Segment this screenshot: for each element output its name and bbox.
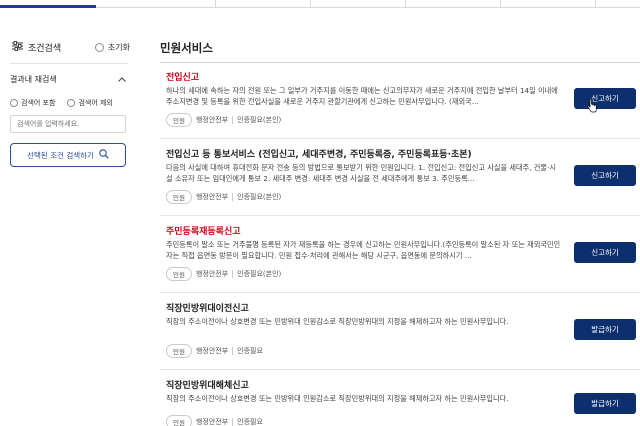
- sidebar-divider: [10, 63, 128, 64]
- radio-exclude[interactable]: [67, 99, 76, 107]
- agency-label: 행정안전부: [195, 347, 229, 355]
- card-meta: 민원 행정안전부 인증필요(본인): [166, 190, 281, 204]
- filter-title: 조건검색: [12, 40, 62, 54]
- reset-icon: [94, 42, 104, 52]
- filtered-search-button[interactable]: 선택된 조건 검색하기: [10, 143, 126, 167]
- filter-sliders-icon: [12, 40, 23, 54]
- card-meta: 민원 행정안전부 인증필요: [166, 415, 263, 426]
- tab-active[interactable]: [0, 0, 96, 8]
- card-title[interactable]: 주민등록재등록신고: [166, 224, 241, 237]
- card-description: 다음의 사실에 대하여 휴대전화 문자 전송 등의 방법으로 통보받기 위한 민…: [166, 163, 556, 183]
- meta-divider: [232, 418, 234, 426]
- meta-divider: [232, 347, 234, 355]
- filter-header: 조건검색 초기화: [12, 40, 130, 54]
- agency-label: 행정안전부: [195, 270, 229, 278]
- category-tag: 민원: [166, 113, 192, 127]
- tab-divider: [215, 0, 216, 7]
- search-icon: [99, 149, 109, 161]
- tab-divider: [500, 0, 501, 7]
- option-include-label: 검색어 포함: [21, 99, 56, 107]
- agency-label: 행정안전부: [195, 193, 229, 201]
- radio-include[interactable]: [10, 99, 18, 107]
- tab-divider: [310, 0, 311, 7]
- service-card: 전입신고 등 통보서비스 (전입신고, 세대주변경, 주민등록증, 주민등록표등…: [160, 140, 640, 216]
- card-description: 주민등록이 말소 또는 거주불명 등록된 자가 재등록을 하는 경우에 신고하는…: [166, 240, 561, 260]
- agency-label: 행정안전부: [195, 116, 229, 124]
- meta-divider: [232, 116, 234, 124]
- keyword-input[interactable]: [10, 115, 126, 133]
- card-title[interactable]: 직장민방위대해체신고: [166, 378, 249, 391]
- report-button[interactable]: 신고하기: [574, 88, 636, 109]
- auth-label: 인증필요(본인): [237, 193, 282, 201]
- tab-divider: [405, 0, 406, 7]
- refine-search-header[interactable]: 결과내 재검색: [10, 74, 126, 85]
- reset-label: 초기화: [107, 42, 130, 52]
- report-button[interactable]: 신고하기: [574, 242, 636, 263]
- refine-search-label: 결과내 재검색: [10, 75, 57, 84]
- card-meta: 민원 행정안전부 인증필요: [166, 344, 263, 358]
- service-card: 주민등록재등록신고 주민등록이 말소 또는 거주불명 등록된 자가 재등록을 하…: [160, 217, 640, 293]
- option-exclude-label: 검색어 제외: [78, 99, 113, 107]
- category-tag: 민원: [166, 415, 192, 426]
- chevron-up-icon: [118, 75, 126, 84]
- tab-divider: [595, 0, 596, 7]
- category-tag: 민원: [166, 344, 192, 358]
- card-title[interactable]: 직장민방위대이전신고: [166, 301, 249, 314]
- page-title: 민원서비스: [160, 41, 213, 55]
- category-tag: 민원: [166, 190, 192, 204]
- card-description: 하나의 세대에 속하는 자의 전원 또는 그 일부가 거주지를 이동한 때에는 …: [166, 86, 558, 106]
- auth-label: 인증필요: [237, 418, 263, 426]
- card-title[interactable]: 전입신고 등 통보서비스 (전입신고, 세대주변경, 주민등록증, 주민등록표등…: [166, 147, 472, 160]
- service-card: 전입신고 하나의 세대에 속하는 자의 전원 또는 그 일부가 거주지를 이동한…: [160, 63, 640, 139]
- reset-button[interactable]: 초기화: [94, 42, 130, 53]
- card-description: 직장의 주소이전이나 상호변경 또는 민방위대 인원감소로 직장민방위대의 지정…: [166, 317, 509, 326]
- filter-title-label: 조건검색: [28, 43, 62, 54]
- auth-label: 인증필요(본인): [237, 270, 282, 278]
- main-content: 민원서비스 전입신고 하나의 세대에 속하는 자의 전원 또는 그 일부가 거주…: [160, 8, 640, 426]
- report-button[interactable]: 신고하기: [574, 165, 636, 186]
- auth-label: 인증필요(본인): [237, 116, 282, 124]
- issue-button[interactable]: 발급하기: [574, 319, 636, 340]
- card-meta: 민원 행정안전부 인증필요(본인): [166, 113, 281, 127]
- top-tab-bar: [0, 0, 640, 8]
- meta-divider: [232, 193, 234, 201]
- option-include[interactable]: 검색어 포함: [10, 98, 55, 108]
- hand-cursor-icon: [587, 98, 597, 113]
- auth-label: 인증필요: [237, 347, 263, 355]
- search-button-label: 선택된 조건 검색하기: [27, 150, 94, 160]
- search-option-group: 검색어 포함 검색어 제외: [10, 98, 113, 108]
- option-exclude[interactable]: 검색어 제외: [67, 98, 113, 108]
- issue-button[interactable]: 발급하기: [574, 393, 636, 414]
- agency-label: 행정안전부: [195, 418, 229, 426]
- sidebar: 조건검색 초기화 결과내 재검색 검색어 포함 검색어 제외 선택된 조건 검색…: [0, 8, 138, 426]
- category-tag: 민원: [166, 267, 192, 281]
- meta-divider: [232, 270, 234, 278]
- service-card: 직장민방위대해체신고 직장의 주소이전이나 상호변경 또는 민방위대 인원감소로…: [160, 371, 640, 426]
- card-description: 직장의 주소이전이나 상호변경 또는 민방위대 인원감소로 직장민방위대의 지정…: [166, 394, 509, 403]
- service-card: 직장민방위대이전신고 직장의 주소이전이나 상호변경 또는 민방위대 인원감소로…: [160, 294, 640, 370]
- card-title[interactable]: 전입신고: [166, 70, 199, 83]
- card-meta: 민원 행정안전부 인증필요(본인): [166, 267, 281, 281]
